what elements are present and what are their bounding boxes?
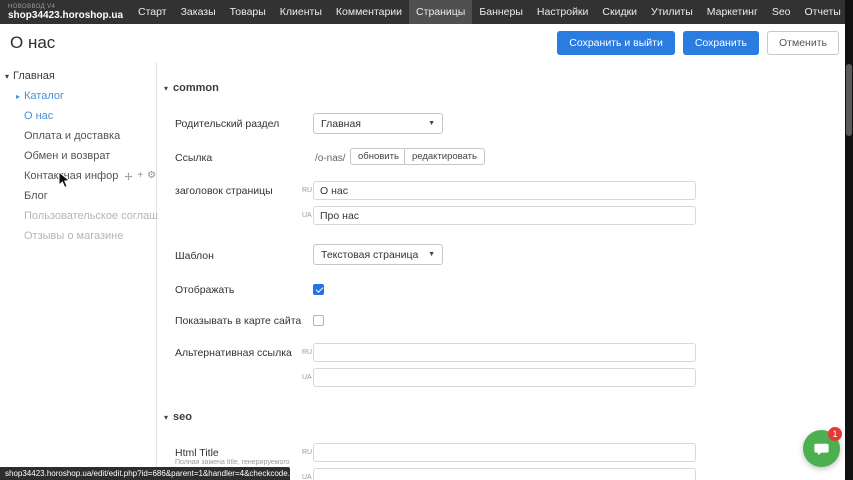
section-common-title: common bbox=[173, 82, 219, 94]
menu-item-marketing[interactable]: Маркетинг bbox=[700, 0, 765, 24]
tree-item-user-agreement[interactable]: Пользовательское соглашение bbox=[0, 206, 156, 226]
alt-link-ru-input[interactable] bbox=[313, 343, 696, 362]
lang-tag-ru: RU bbox=[302, 449, 312, 456]
menu-item-utilities[interactable]: Утилиты bbox=[644, 0, 700, 24]
lang-tag-ru: RU bbox=[302, 187, 312, 194]
html-title-hint: Полная замена title, генерируемого bbox=[175, 459, 290, 466]
save-and-exit-button[interactable]: Сохранить и выйти bbox=[557, 31, 675, 55]
parent-section-label: Родительский раздел bbox=[175, 118, 279, 130]
page-edit-form: ▾ common Родительский раздел Главная ▼ С… bbox=[158, 62, 845, 480]
lang-tag-ua: UA bbox=[302, 374, 312, 381]
tree-item-label: Обмен и возврат bbox=[24, 150, 110, 162]
page-heading-ua-input[interactable] bbox=[313, 206, 696, 225]
save-button[interactable]: Сохранить bbox=[683, 31, 759, 55]
menu-item-comments[interactable]: Комментарии bbox=[329, 0, 409, 24]
sitemap-checkbox[interactable] bbox=[313, 315, 324, 326]
link-value: /o-nas/ bbox=[315, 153, 346, 164]
menu-item-discounts[interactable]: Скидки bbox=[595, 0, 644, 24]
tree-item-label: Главная bbox=[13, 70, 55, 82]
menu-item-start[interactable]: Старт bbox=[131, 0, 174, 24]
pages-tree-sidebar: ▾ Главная ▸ Каталог О нас Оплата и доста… bbox=[0, 62, 157, 480]
tree-item-label: Контактная инфор bbox=[24, 170, 118, 182]
tree-item-catalog[interactable]: ▸ Каталог bbox=[0, 86, 156, 106]
chat-widget-button[interactable]: 1 bbox=[803, 430, 840, 467]
header-actions: Сохранить и выйти Сохранить Отменить bbox=[557, 31, 839, 55]
store-domain: shop34423.horoshop.ua bbox=[8, 11, 123, 21]
cancel-button[interactable]: Отменить bbox=[767, 31, 839, 55]
link-label: Ссылка bbox=[175, 152, 212, 164]
html-title-ua-input[interactable] bbox=[313, 468, 696, 480]
alt-link-label: Альтернативная ссылка bbox=[175, 347, 292, 359]
add-subpage-icon[interactable]: + bbox=[137, 171, 143, 181]
tree-item-label: Блог bbox=[24, 190, 48, 202]
scrollbar-thumb[interactable] bbox=[846, 64, 852, 136]
tree-item-home[interactable]: ▾ Главная bbox=[0, 66, 156, 86]
template-value: Текстовая страница bbox=[321, 249, 418, 261]
chevron-right-icon[interactable]: ▸ bbox=[16, 92, 20, 101]
link-update-button[interactable]: обновить bbox=[350, 148, 407, 165]
section-common-header[interactable]: ▾ common bbox=[164, 82, 219, 94]
tree-item-label: Отзывы о магазине bbox=[24, 230, 123, 242]
chevron-down-icon: ▾ bbox=[164, 84, 168, 93]
page-title: О нас bbox=[10, 33, 55, 53]
menu-item-reports[interactable]: Отчеты bbox=[798, 0, 848, 24]
tree-item-about-us-selected[interactable]: О нас bbox=[0, 106, 156, 126]
tree-item-blog[interactable]: Блог bbox=[0, 186, 156, 206]
vertical-scrollbar[interactable] bbox=[845, 0, 853, 480]
tree-item-exchange-return[interactable]: Обмен и возврат bbox=[0, 146, 156, 166]
lang-tag-ua: UA bbox=[302, 474, 312, 480]
move-icon[interactable] bbox=[124, 172, 133, 181]
parent-section-select[interactable]: Главная ▼ bbox=[313, 113, 443, 134]
menu-item-products[interactable]: Товары bbox=[223, 0, 273, 24]
topbar: НОВОВВОД V4 shop34423.horoshop.ua Старт … bbox=[0, 0, 853, 24]
tree-item-payment-delivery[interactable]: Оплата и доставка bbox=[0, 126, 156, 146]
parent-section-value: Главная bbox=[321, 118, 361, 130]
chevron-down-icon: ▼ bbox=[420, 120, 435, 127]
chat-unread-badge: 1 bbox=[828, 427, 842, 441]
tree-item-store-reviews[interactable]: Отзывы о магазине bbox=[0, 226, 156, 246]
menu-item-clients[interactable]: Клиенты bbox=[273, 0, 329, 24]
menu-item-orders[interactable]: Заказы bbox=[174, 0, 223, 24]
display-label: Отображать bbox=[175, 284, 234, 296]
tree-item-label: Оплата и доставка bbox=[24, 130, 120, 142]
gear-icon[interactable]: ⚙ bbox=[147, 171, 156, 181]
template-label: Шаблон bbox=[175, 250, 214, 262]
lang-tag-ua: UA bbox=[302, 212, 312, 219]
link-edit-button[interactable]: редактировать bbox=[404, 148, 485, 165]
chat-bubble-icon bbox=[812, 439, 831, 458]
alt-link-ua-input[interactable] bbox=[313, 368, 696, 387]
html-title-label: Html Title bbox=[175, 447, 219, 459]
html-title-ru-input[interactable] bbox=[313, 443, 696, 462]
page-heading-ru-input[interactable] bbox=[313, 181, 696, 200]
menu-item-pages[interactable]: Страницы bbox=[409, 0, 472, 24]
chevron-down-icon: ▾ bbox=[164, 413, 168, 422]
store-brand[interactable]: НОВОВВОД V4 shop34423.horoshop.ua bbox=[0, 4, 123, 21]
admin-screen: НОВОВВОД V4 shop34423.horoshop.ua Старт … bbox=[0, 0, 853, 480]
section-seo-header[interactable]: ▾ seo bbox=[164, 411, 192, 423]
display-checkbox[interactable] bbox=[313, 284, 324, 295]
brand-version-label: НОВОВВОД V4 bbox=[8, 4, 123, 10]
tree-item-contact-info[interactable]: Контактная инфор + ⚙ bbox=[0, 166, 156, 186]
template-select[interactable]: Текстовая страница ▼ bbox=[313, 244, 443, 265]
chevron-down-icon: ▼ bbox=[420, 251, 435, 258]
lang-tag-ru: RU bbox=[302, 349, 312, 356]
tree-item-label: О нас bbox=[24, 110, 53, 122]
menu-item-settings[interactable]: Настройки bbox=[530, 0, 596, 24]
page-header: О нас Сохранить и выйти Сохранить Отмени… bbox=[0, 24, 845, 62]
top-menu: Старт Заказы Товары Клиенты Комментарии … bbox=[131, 0, 848, 24]
menu-item-seo[interactable]: Seo bbox=[765, 0, 798, 24]
tree-item-label: Каталог bbox=[24, 90, 64, 102]
browser-status-url: shop34423.horoshop.ua/edit/edit.php?id=6… bbox=[0, 467, 290, 480]
sitemap-label: Показывать в карте сайта bbox=[175, 315, 301, 327]
section-seo-title: seo bbox=[173, 411, 192, 423]
menu-item-banners[interactable]: Баннеры bbox=[472, 0, 530, 24]
page-heading-label: заголовок страницы bbox=[175, 185, 273, 197]
chevron-down-icon[interactable]: ▾ bbox=[5, 72, 9, 81]
